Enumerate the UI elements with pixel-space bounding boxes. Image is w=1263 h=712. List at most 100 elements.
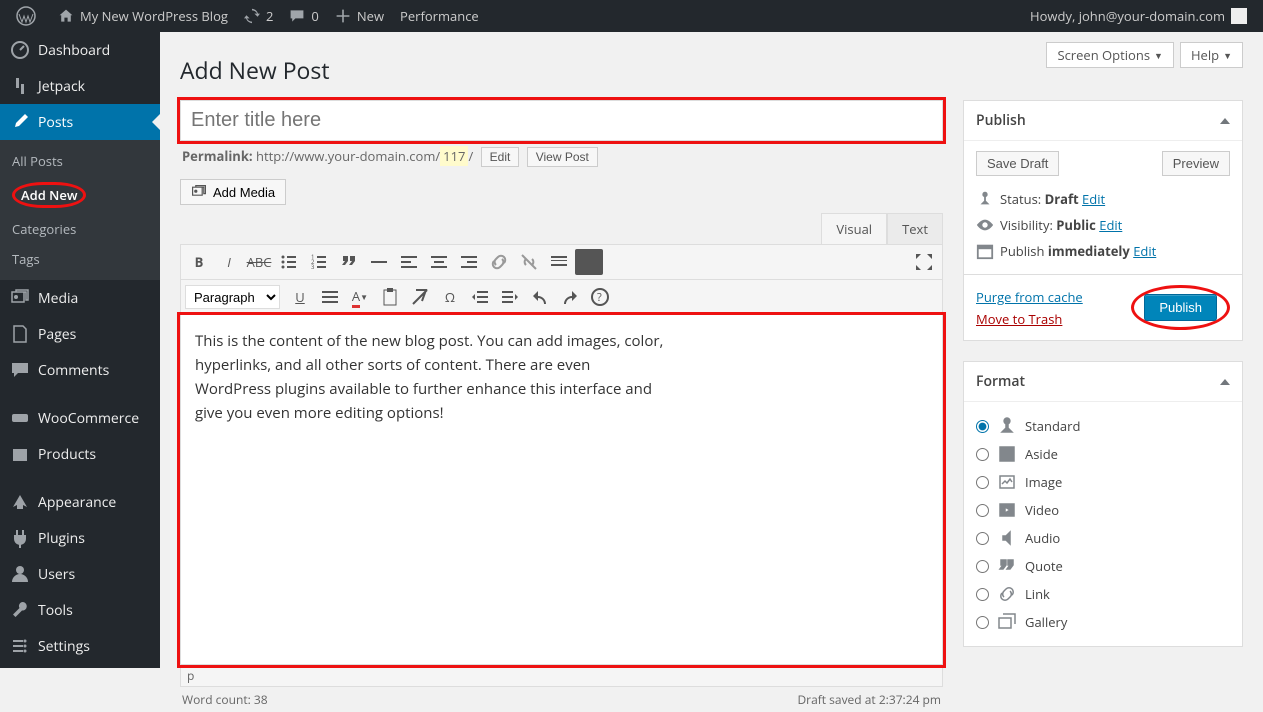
format-option-link[interactable]: Link — [976, 580, 1230, 608]
format-radio[interactable] — [976, 588, 989, 601]
add-media-button[interactable]: Add Media — [180, 179, 286, 205]
format-option-quote[interactable]: Quote — [976, 552, 1230, 580]
publish-heading[interactable]: Publish — [964, 101, 1242, 141]
special-char-icon[interactable]: Ω — [436, 284, 464, 310]
menu-comments[interactable]: Comments — [0, 352, 160, 388]
performance-link[interactable]: Performance — [392, 0, 487, 32]
menu-tools[interactable]: Tools — [0, 592, 160, 628]
tab-text[interactable]: Text — [887, 213, 943, 244]
view-post-button[interactable]: View Post — [527, 147, 598, 167]
user-greeting[interactable]: Howdy, john@your-domain.com — [1022, 0, 1255, 32]
chevron-up-icon — [1220, 118, 1230, 124]
format-option-image[interactable]: Image — [976, 468, 1230, 496]
hr-icon[interactable] — [365, 249, 393, 275]
toolbar-toggle-icon[interactable] — [575, 249, 603, 275]
submenu-add-new[interactable]: Add New — [0, 176, 160, 214]
format-option-video[interactable]: Video — [976, 496, 1230, 524]
align-center-icon[interactable] — [425, 249, 453, 275]
screen-options-button[interactable]: Screen Options ▼ — [1046, 42, 1174, 68]
format-radio[interactable] — [976, 476, 989, 489]
submenu-tags[interactable]: Tags — [0, 244, 160, 274]
paragraph-select[interactable]: Paragraph — [185, 285, 280, 309]
menu-settings[interactable]: Settings — [0, 628, 160, 664]
submenu-all-posts[interactable]: All Posts — [0, 146, 160, 176]
bold-icon[interactable]: B — [185, 249, 213, 275]
submenu-categories[interactable]: Categories — [0, 214, 160, 244]
site-name[interactable]: My New WordPress Blog — [50, 0, 236, 32]
strike-icon[interactable]: ABC — [245, 249, 273, 275]
permalink-slug: 117 — [440, 146, 468, 166]
numbered-list-icon[interactable]: 123 — [305, 249, 333, 275]
menu-woocommerce[interactable]: WooCommerce — [0, 400, 160, 436]
wp-logo[interactable] — [8, 0, 50, 32]
unlink-icon[interactable] — [515, 249, 543, 275]
publish-button[interactable]: Publish — [1144, 294, 1217, 321]
format-radio[interactable] — [976, 560, 989, 573]
menu-appearance[interactable]: Appearance — [0, 484, 160, 520]
link-icon[interactable] — [485, 249, 513, 275]
format-option-gallery[interactable]: Gallery — [976, 608, 1230, 636]
gallery-icon — [997, 612, 1017, 632]
updates-link[interactable]: 2 — [236, 0, 281, 32]
visibility-row: Visibility: Public Edit — [976, 212, 1230, 238]
new-button[interactable]: New — [327, 0, 392, 32]
menu-posts[interactable]: Posts — [0, 104, 160, 140]
comments-link[interactable]: 0 — [281, 0, 326, 32]
paste-text-icon[interactable] — [376, 284, 404, 310]
format-radio[interactable] — [976, 420, 989, 433]
preview-button[interactable]: Preview — [1162, 151, 1230, 176]
more-icon[interactable] — [545, 249, 573, 275]
menu-dashboard[interactable]: Dashboard — [0, 32, 160, 68]
pin-icon — [976, 190, 994, 208]
bullet-list-icon[interactable] — [275, 249, 303, 275]
edit-status-link[interactable]: Edit — [1082, 190, 1105, 208]
align-right-icon[interactable] — [455, 249, 483, 275]
move-to-trash-link[interactable]: Move to Trash — [976, 310, 1062, 328]
menu-media[interactable]: Media — [0, 280, 160, 316]
menu-jetpack[interactable]: Jetpack — [0, 68, 160, 104]
menu-plugins[interactable]: Plugins — [0, 520, 160, 556]
redo-icon[interactable] — [556, 284, 584, 310]
purge-cache-link[interactable]: Purge from cache — [976, 288, 1083, 306]
text-color-icon[interactable]: A ▼ — [346, 284, 374, 310]
menu-users[interactable]: Users — [0, 556, 160, 592]
post-title-input[interactable] — [180, 100, 943, 141]
format-label: Link — [1025, 585, 1050, 603]
edit-schedule-link[interactable]: Edit — [1133, 242, 1156, 260]
keyboard-help-icon[interactable]: ? — [586, 284, 614, 310]
fullscreen-icon[interactable] — [910, 249, 938, 275]
format-radio[interactable] — [976, 532, 989, 545]
edit-visibility-link[interactable]: Edit — [1099, 216, 1122, 234]
tab-visual[interactable]: Visual — [821, 213, 887, 244]
admin-sidebar: Dashboard Jetpack Posts All Posts Add Ne… — [0, 32, 160, 668]
editor-toolbar-1: B I ABC 123 — [180, 244, 943, 280]
menu-products[interactable]: Products — [0, 436, 160, 472]
editor-status-bar: p — [180, 665, 943, 687]
video-icon — [997, 500, 1017, 520]
menu-pages[interactable]: Pages — [0, 316, 160, 352]
help-button[interactable]: Help ▼ — [1180, 42, 1243, 68]
svg-text:?: ? — [597, 290, 602, 305]
align-left-icon[interactable] — [395, 249, 423, 275]
indent-icon[interactable] — [496, 284, 524, 310]
justify-icon[interactable] — [316, 284, 344, 310]
undo-icon[interactable] — [526, 284, 554, 310]
quote-icon — [997, 556, 1017, 576]
format-radio[interactable] — [976, 616, 989, 629]
audio-icon — [997, 528, 1017, 548]
permalink-edit-button[interactable]: Edit — [481, 147, 520, 167]
format-radio[interactable] — [976, 448, 989, 461]
clear-formatting-icon[interactable] — [406, 284, 434, 310]
format-option-aside[interactable]: Aside — [976, 440, 1230, 468]
underline-icon[interactable]: U — [286, 284, 314, 310]
eye-icon — [976, 216, 994, 234]
italic-icon[interactable]: I — [215, 249, 243, 275]
content-editor[interactable]: This is the content of the new blog post… — [180, 315, 943, 665]
format-option-standard[interactable]: Standard — [976, 412, 1230, 440]
outdent-icon[interactable] — [466, 284, 494, 310]
format-radio[interactable] — [976, 504, 989, 517]
format-heading[interactable]: Format — [964, 362, 1242, 402]
format-option-audio[interactable]: Audio — [976, 524, 1230, 552]
blockquote-icon[interactable] — [335, 249, 363, 275]
save-draft-button[interactable]: Save Draft — [976, 151, 1059, 176]
